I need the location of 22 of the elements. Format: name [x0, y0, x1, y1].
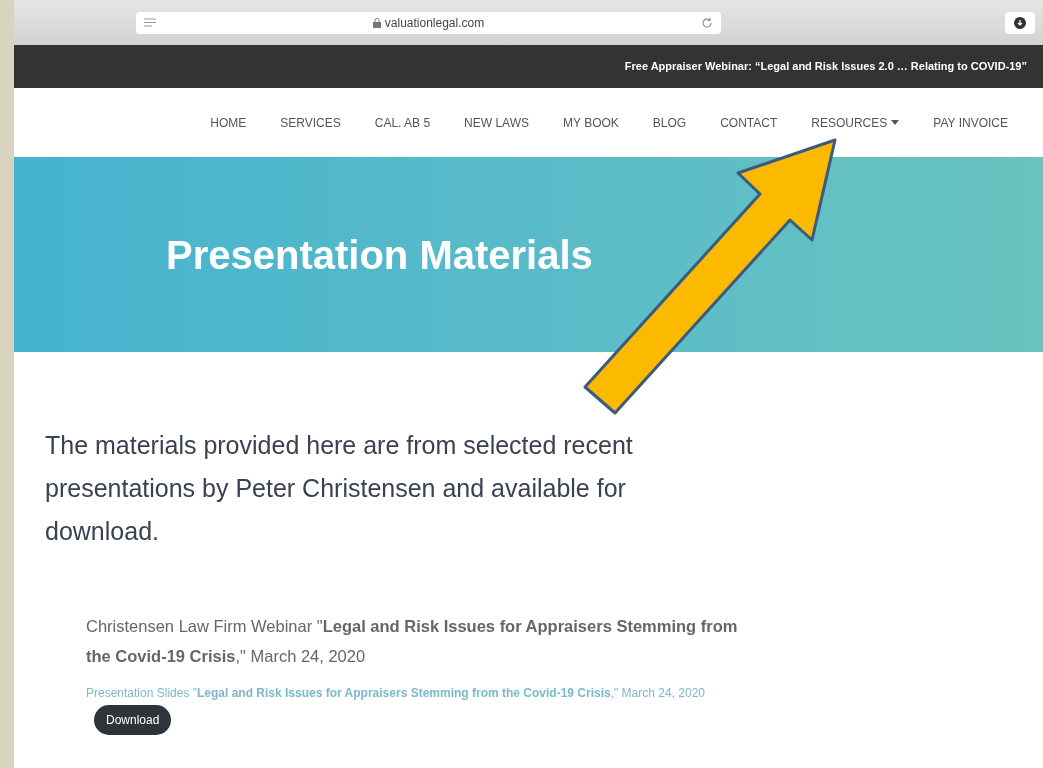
intro-text: The materials provided here are from selected recent presentations by Peter Christensen and available for download.: [45, 430, 634, 547]
nav-link[interactable]: MY BOOK: [563, 113, 619, 132]
menu-icon[interactable]: [144, 18, 156, 27]
address-bar[interactable]: valuationlegal.com: [136, 11, 721, 34]
nav-link[interactable]: BLOG: [652, 113, 687, 132]
page-title: Presentation Materials: [166, 231, 593, 279]
slides-text: Presentation Slides "Legal and Risk Issues for Appraisers Stemming from the Covid-19 Crisis," March 24, 2020: [86, 686, 705, 700]
nav-link[interactable]: CAL. AB 5: [374, 113, 431, 132]
nav-link[interactable]: RESOURCES: [811, 113, 900, 132]
address-text: valuationlegal.com: [384, 14, 485, 32]
announcement-link[interactable]: Free Appraiser Webinar: “Legal and Risk Issues 2.0 … Relating to COVID-19”: [624, 58, 1027, 75]
nav-link[interactable]: HOME: [210, 113, 247, 132]
lock-icon: [372, 17, 381, 28]
reload-icon[interactable]: [701, 16, 713, 29]
nav-link[interactable]: PAY INVOICE: [933, 113, 1008, 132]
nav-link[interactable]: NEW LAWS: [464, 113, 529, 132]
download-button[interactable]: Download: [94, 705, 172, 735]
download-icon: [1014, 16, 1026, 29]
download-button[interactable]: [1005, 11, 1035, 34]
nav-link[interactable]: SERVICES: [280, 113, 341, 132]
entry-title: Christensen Law Firm Webinar "Legal and Risk Issues for Appraisers Stemming from the Covid-19 Crisis," March 24, 2020: [86, 616, 739, 667]
nav-link[interactable]: CONTACT: [720, 113, 778, 132]
